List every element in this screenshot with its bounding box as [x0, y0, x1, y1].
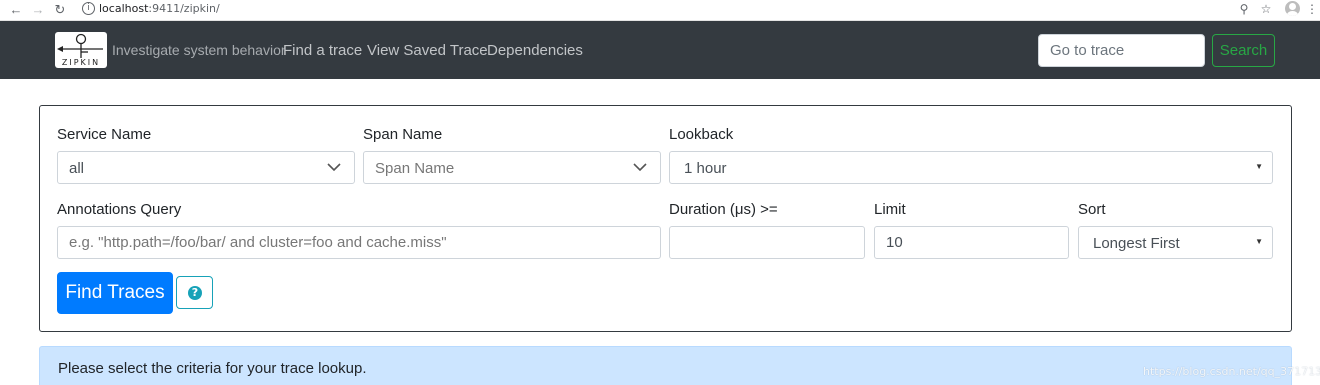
find-traces-button[interactable]: Find Traces: [57, 272, 173, 314]
brand-tagline: Investigate system behavior: [112, 42, 286, 58]
caret-down-icon: ▼: [1255, 237, 1263, 246]
url-path: :9411/zipkin/: [148, 2, 220, 15]
address-bar[interactable]: localhost:9411/zipkin/: [99, 2, 220, 16]
reload-icon[interactable]: ↻: [52, 2, 68, 18]
service-name-select[interactable]: all: [57, 151, 355, 184]
duration-field[interactable]: [669, 226, 865, 259]
zipkin-logo[interactable]: ZIPKIN: [55, 32, 107, 68]
lookback-label: Lookback: [669, 126, 734, 143]
lookback-value: 1 hour: [684, 160, 727, 177]
sort-label: Sort: [1078, 201, 1106, 218]
kebab-menu-icon[interactable]: ⋮: [1306, 1, 1318, 17]
annotations-query-field[interactable]: [57, 226, 661, 259]
span-name-value: Span Name: [375, 160, 455, 177]
duration-label: Duration (μs) >=: [669, 201, 778, 218]
annotations-query-label: Annotations Query: [57, 201, 182, 218]
chevron-down-icon: [327, 163, 341, 172]
nav-link-dependencies[interactable]: Dependencies: [487, 41, 583, 60]
watermark-text: https://blog.csdn.net/qq_37171353: [1143, 365, 1320, 378]
back-arrow-icon[interactable]: ←: [8, 2, 24, 18]
nav-link-find-trace[interactable]: Find a trace: [283, 41, 362, 60]
logo-wordmark: ZIPKIN: [61, 58, 101, 67]
forward-arrow-icon[interactable]: →: [30, 2, 46, 18]
browser-toolbar: ← → ↻ i localhost:9411/zipkin/ ⚲ ☆ ⋮: [0, 0, 1320, 21]
zoom-icon[interactable]: ⚲: [1236, 1, 1252, 17]
url-host: localhost: [99, 2, 149, 15]
star-icon[interactable]: ☆: [1258, 1, 1274, 17]
help-button[interactable]: ?: [176, 276, 213, 309]
span-name-label: Span Name: [363, 126, 443, 143]
info-alert: Please select the criteria for your trac…: [39, 346, 1292, 385]
limit-field[interactable]: [874, 226, 1069, 259]
service-name-label: Service Name: [57, 126, 152, 143]
lookback-select[interactable]: 1 hour ▼: [669, 151, 1273, 184]
top-navbar: ZIPKIN Investigate system behavior Find …: [0, 21, 1320, 79]
search-button[interactable]: Search: [1212, 34, 1275, 67]
alert-message: Please select the criteria for your trac…: [58, 360, 367, 377]
caret-down-icon: ▼: [1255, 162, 1263, 171]
limit-input[interactable]: [875, 227, 1068, 258]
limit-label: Limit: [874, 201, 906, 218]
info-icon[interactable]: i: [82, 2, 95, 15]
sort-value: Longest First: [1093, 235, 1180, 252]
sort-select[interactable]: Longest First ▼: [1078, 226, 1273, 259]
question-circle-icon: ?: [188, 286, 202, 300]
chevron-down-icon: [633, 163, 647, 172]
service-name-value: all: [69, 160, 85, 177]
profile-avatar[interactable]: [1285, 1, 1300, 16]
duration-input[interactable]: [670, 227, 864, 258]
nav-link-saved-trace[interactable]: View Saved Trace: [367, 41, 488, 60]
span-name-select[interactable]: Span Name: [363, 151, 661, 184]
goto-trace-input[interactable]: [1038, 34, 1205, 67]
annotations-query-input[interactable]: [58, 227, 660, 258]
